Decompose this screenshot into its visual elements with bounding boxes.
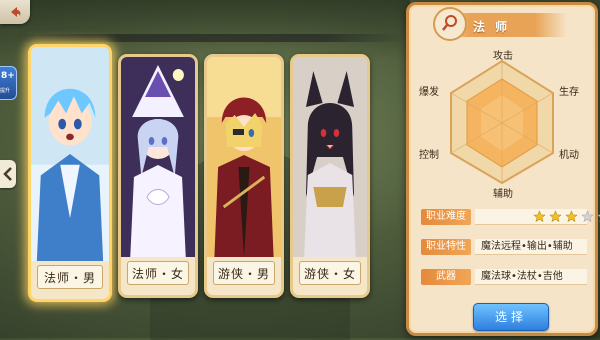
trait-value: 魔法远程•输出•辅助 (475, 239, 587, 255)
stat-label-mobility: 机动 (559, 150, 579, 161)
stat-label-control: 控制 (419, 150, 439, 161)
stat-label-support: 辅助 (493, 189, 513, 200)
difficulty-stars (533, 210, 600, 223)
stat-label-burst: 爆发 (419, 87, 439, 98)
card-label: 游侠・男 (213, 261, 275, 285)
trait-row: 职业特性 魔法远程•输出•辅助 (421, 239, 587, 255)
portrait-ranger-male (207, 57, 281, 257)
portrait-ranger-female (293, 57, 367, 257)
stat-label-survival: 生存 (559, 87, 579, 98)
star-filled-icon (549, 210, 562, 222)
card-label: 法师・男 (37, 265, 103, 289)
ability-radar-chart (450, 59, 554, 185)
class-card-ranger-male[interactable]: 游侠・男 (204, 54, 284, 298)
difficulty-row: 职业难度 (421, 209, 600, 225)
class-card-mage-male[interactable]: 法师・男 (28, 44, 112, 302)
portrait-mage-female (121, 57, 195, 257)
side-badge-value: 8+ (1, 71, 15, 81)
trait-key: 职业特性 (421, 239, 471, 255)
card-rail (14, 34, 404, 42)
weapon-value: 魔法球•法杖•吉他 (475, 269, 587, 285)
weapon-row: 武器 魔法球•法杖•吉他 (421, 269, 587, 285)
back-arrow-icon (11, 7, 21, 17)
difficulty-key: 职业难度 (421, 209, 471, 225)
card-label: 游侠・女 (299, 261, 361, 285)
class-card-mage-female[interactable]: 法师・女 (118, 54, 198, 298)
difficulty-value (475, 209, 600, 225)
class-card-ranger-female[interactable]: 游侠・女 (290, 54, 370, 298)
side-prev-button[interactable] (0, 160, 16, 188)
side-badge-caption: 提升 (0, 88, 11, 94)
class-info-panel: 法 师 攻击 生存 机动 辅助 控制 爆发 职业难度 职业特性 魔法远程•输出•… (406, 2, 600, 336)
star-filled-icon (565, 210, 578, 222)
star-empty-icon (581, 210, 594, 222)
side-boost-badge[interactable]: 8+ 提升 (0, 66, 17, 100)
chevron-left-icon (3, 167, 12, 181)
back-button[interactable] (0, 0, 30, 24)
stat-label-attack: 攻击 (493, 51, 513, 62)
star-filled-icon (533, 210, 546, 222)
portrait-mage-male (31, 47, 109, 261)
card-label: 法师・女 (127, 261, 189, 285)
select-button[interactable]: 选择 (473, 303, 549, 331)
weapon-key: 武器 (421, 269, 471, 285)
